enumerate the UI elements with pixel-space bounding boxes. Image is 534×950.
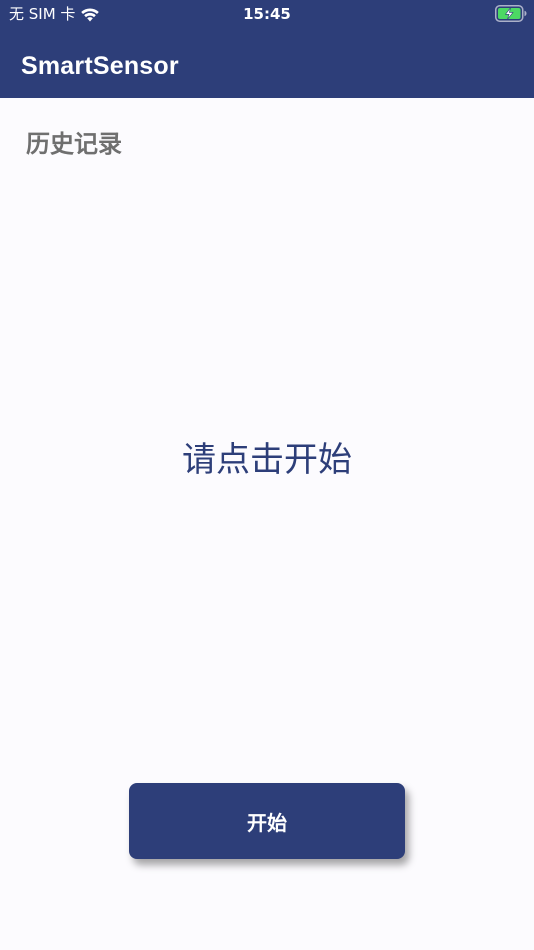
clock-time: 15:45 (243, 5, 291, 23)
app-header: 无 SIM 卡 15:45 SmartSensor (0, 0, 534, 98)
battery-charging-icon (495, 5, 527, 22)
history-link[interactable]: 历史记录 (26, 127, 122, 161)
start-button[interactable]: 开始 (129, 783, 405, 859)
status-bar: 无 SIM 卡 15:45 (0, 0, 534, 28)
app-screen: 无 SIM 卡 15:45 SmartSensor 历史记录 请点击开始 开始 (0, 0, 534, 950)
app-title: SmartSensor (21, 52, 179, 80)
start-prompt-text: 请点击开始 (182, 440, 352, 480)
start-button-label: 开始 (247, 810, 287, 835)
